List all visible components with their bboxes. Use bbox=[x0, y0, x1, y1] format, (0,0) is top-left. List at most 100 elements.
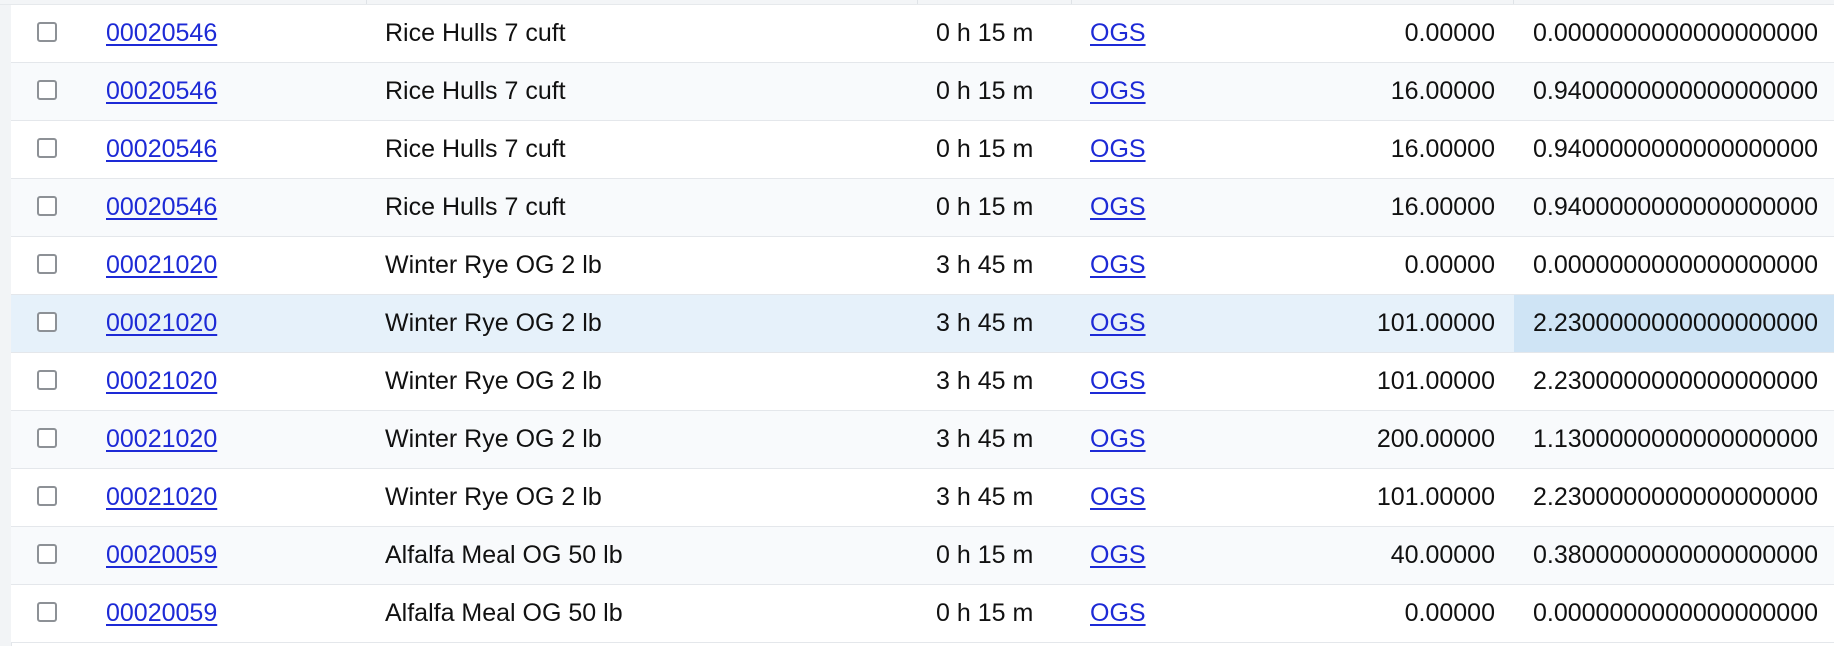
row-checkbox[interactable] bbox=[37, 428, 57, 448]
vendor-link[interactable]: OGS bbox=[1090, 599, 1146, 627]
vendor-link[interactable]: OGS bbox=[1090, 483, 1146, 511]
item-id-cell: 00020059 bbox=[106, 585, 366, 642]
row-select-cell[interactable] bbox=[37, 411, 77, 468]
table-row[interactable]: 00021020 Winter Rye OG 2 lb 3 h 45 m OGS… bbox=[11, 295, 1834, 353]
time-cell: 3 h 45 m bbox=[936, 309, 1034, 337]
cost-cell[interactable]: 0.0000000000000000000 bbox=[1514, 585, 1834, 642]
row-checkbox[interactable] bbox=[37, 22, 57, 42]
table-row[interactable]: 00020059 Alfalfa Meal OG 50 lb 0 h 15 m … bbox=[11, 527, 1834, 585]
vendor-cell: OGS bbox=[1090, 295, 1250, 352]
table-row[interactable]: 00020546 Rice Hulls 7 cuft 0 h 15 m OGS … bbox=[11, 5, 1834, 63]
vendor-link[interactable]: OGS bbox=[1090, 541, 1146, 569]
cost-cell[interactable]: 0.9400000000000000000 bbox=[1514, 63, 1834, 120]
vendor-cell: OGS bbox=[1090, 469, 1250, 526]
item-id-link[interactable]: 00021020 bbox=[106, 309, 217, 337]
vendor-link[interactable]: OGS bbox=[1090, 77, 1146, 105]
row-checkbox[interactable] bbox=[37, 312, 57, 332]
vendor-cell: OGS bbox=[1090, 585, 1250, 642]
cost-cell[interactable]: 0.0000000000000000000 bbox=[1514, 5, 1834, 62]
item-id-cell: 00021020 bbox=[106, 237, 366, 294]
cost-cell[interactable]: 0.9400000000000000000 bbox=[1514, 121, 1834, 178]
table-row[interactable]: 00020546 Rice Hulls 7 cuft 0 h 15 m OGS … bbox=[11, 121, 1834, 179]
vendor-cell: OGS bbox=[1090, 121, 1250, 178]
table-row[interactable]: 00020546 Rice Hulls 7 cuft 0 h 15 m OGS … bbox=[11, 179, 1834, 237]
row-checkbox[interactable] bbox=[37, 138, 57, 158]
vendor-cell: OGS bbox=[1090, 237, 1250, 294]
time-cell: 0 h 15 m bbox=[936, 193, 1034, 221]
quantity-cell: 16.00000 bbox=[1390, 135, 1495, 163]
cost-cell[interactable]: 0.9400000000000000000 bbox=[1514, 179, 1834, 236]
row-select-cell[interactable] bbox=[37, 5, 77, 62]
cost-cell[interactable]: 2.2300000000000000000 bbox=[1514, 353, 1834, 410]
vendor-cell: OGS bbox=[1090, 63, 1250, 120]
vendor-link[interactable]: OGS bbox=[1090, 135, 1146, 163]
row-checkbox[interactable] bbox=[37, 486, 57, 506]
table-row[interactable]: 00021020 Winter Rye OG 2 lb 3 h 45 m OGS… bbox=[11, 469, 1834, 527]
table-row[interactable]: 00020546 Rice Hulls 7 cuft 0 h 15 m OGS … bbox=[11, 63, 1834, 121]
item-id-cell: 00021020 bbox=[106, 469, 366, 526]
description-cell: Rice Hulls 7 cuft bbox=[385, 135, 566, 163]
item-id-link[interactable]: 00021020 bbox=[106, 251, 217, 279]
item-id-link[interactable]: 00021020 bbox=[106, 483, 217, 511]
cost-cell[interactable]: 0.3800000000000000000 bbox=[1514, 527, 1834, 584]
quantity-cell: 101.00000 bbox=[1376, 367, 1495, 395]
row-checkbox[interactable] bbox=[37, 254, 57, 274]
time-cell: 3 h 45 m bbox=[936, 425, 1034, 453]
description-cell: Rice Hulls 7 cuft bbox=[385, 193, 566, 221]
row-select-cell[interactable] bbox=[37, 585, 77, 642]
cost-cell[interactable]: 1.1300000000000000000 bbox=[1514, 411, 1834, 468]
row-checkbox[interactable] bbox=[37, 602, 57, 622]
vendor-cell: OGS bbox=[1090, 353, 1250, 410]
row-checkbox[interactable] bbox=[37, 370, 57, 390]
row-select-cell[interactable] bbox=[37, 237, 77, 294]
row-checkbox[interactable] bbox=[37, 80, 57, 100]
vendor-link[interactable]: OGS bbox=[1090, 19, 1146, 47]
column-separator bbox=[917, 0, 918, 4]
description-cell: Alfalfa Meal OG 50 lb bbox=[385, 541, 623, 569]
cost-cell[interactable]: 0.0000000000000000000 bbox=[1514, 237, 1834, 294]
description-cell: Winter Rye OG 2 lb bbox=[385, 309, 602, 337]
quantity-cell: 0.00000 bbox=[1404, 19, 1495, 47]
vendor-cell: OGS bbox=[1090, 527, 1250, 584]
quantity-cell: 200.00000 bbox=[1376, 425, 1495, 453]
vendor-link[interactable]: OGS bbox=[1090, 251, 1146, 279]
row-checkbox[interactable] bbox=[37, 544, 57, 564]
row-select-cell[interactable] bbox=[37, 527, 77, 584]
row-select-cell[interactable] bbox=[37, 179, 77, 236]
row-select-cell[interactable] bbox=[37, 63, 77, 120]
item-id-link[interactable]: 00021020 bbox=[106, 425, 217, 453]
item-id-cell: 00020546 bbox=[106, 179, 366, 236]
item-id-link[interactable]: 00020546 bbox=[106, 19, 217, 47]
vendor-link[interactable]: OGS bbox=[1090, 367, 1146, 395]
table-row[interactable]: 00020059 Alfalfa Meal OG 50 lb 0 h 15 m … bbox=[11, 585, 1834, 643]
vendor-cell: OGS bbox=[1090, 179, 1250, 236]
time-cell: 3 h 45 m bbox=[936, 251, 1034, 279]
time-cell: 0 h 15 m bbox=[936, 599, 1034, 627]
item-id-link[interactable]: 00021020 bbox=[106, 367, 217, 395]
column-separator bbox=[366, 0, 367, 4]
cost-cell[interactable]: 2.2300000000000000000 bbox=[1514, 469, 1834, 526]
description-cell: Alfalfa Meal OG 50 lb bbox=[385, 599, 623, 627]
row-select-cell[interactable] bbox=[37, 469, 77, 526]
table-row[interactable]: 00021020 Winter Rye OG 2 lb 3 h 45 m OGS… bbox=[11, 411, 1834, 469]
item-id-link[interactable]: 00020546 bbox=[106, 135, 217, 163]
description-cell: Winter Rye OG 2 lb bbox=[385, 483, 602, 511]
vendor-link[interactable]: OGS bbox=[1090, 193, 1146, 221]
item-id-link[interactable]: 00020059 bbox=[106, 599, 217, 627]
row-select-cell[interactable] bbox=[37, 295, 77, 352]
item-id-cell: 00021020 bbox=[106, 295, 366, 352]
item-id-cell: 00021020 bbox=[106, 353, 366, 410]
cost-cell-selected[interactable]: 2.2300000000000000000 bbox=[1514, 295, 1834, 352]
item-id-link[interactable]: 00020059 bbox=[106, 541, 217, 569]
table-row[interactable]: 00021020 Winter Rye OG 2 lb 3 h 45 m OGS… bbox=[11, 353, 1834, 411]
item-id-link[interactable]: 00020546 bbox=[106, 77, 217, 105]
vendor-link[interactable]: OGS bbox=[1090, 425, 1146, 453]
row-checkbox[interactable] bbox=[37, 196, 57, 216]
row-select-cell[interactable] bbox=[37, 121, 77, 178]
description-cell: Winter Rye OG 2 lb bbox=[385, 367, 602, 395]
row-select-cell[interactable] bbox=[37, 353, 77, 410]
item-id-link[interactable]: 00020546 bbox=[106, 193, 217, 221]
table-row[interactable]: 00021020 Winter Rye OG 2 lb 3 h 45 m OGS… bbox=[11, 237, 1834, 295]
column-separator bbox=[1513, 0, 1514, 4]
vendor-link[interactable]: OGS bbox=[1090, 309, 1146, 337]
